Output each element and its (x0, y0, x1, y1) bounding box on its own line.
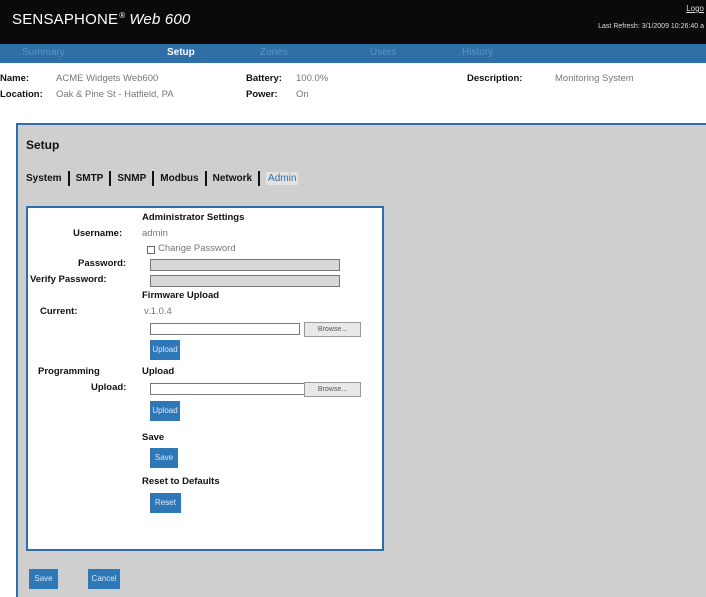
subtab-modbus[interactable]: Modbus (160, 173, 198, 184)
brand-logo: SENSAPHONE® Web 600 (12, 11, 190, 28)
brand-name: SENSAPHONE (12, 11, 119, 28)
last-refresh-text: Last Refresh: 3/1/2009 10:26:40 a (598, 23, 704, 30)
location-label: Location: (0, 89, 43, 100)
subnav-divider (152, 170, 155, 186)
power-value: On (296, 89, 309, 100)
verify-password-input[interactable] (150, 275, 340, 287)
firmware-browse-button[interactable]: Browse... (304, 322, 361, 337)
name-label: Name: (0, 73, 30, 84)
brand-model: Web 600 (129, 11, 191, 28)
password-label: Password: (78, 258, 127, 269)
admin-save-button[interactable]: Save (150, 448, 178, 468)
subnav-divider (204, 170, 207, 186)
device-info: Name: ACME Widgets Web600 Location: Oak … (0, 63, 706, 113)
subnav-divider (67, 170, 70, 186)
subtab-system[interactable]: System (26, 173, 62, 184)
change-password-label: Change Password (158, 243, 236, 254)
subnav-divider (258, 170, 261, 186)
subtab-snmp[interactable]: SNMP (117, 173, 146, 184)
nav-tab-summary[interactable]: Summary (22, 47, 65, 58)
main-nav: Summary Setup Zones Users History (0, 44, 706, 63)
device-name: ACME Widgets Web600 (56, 73, 159, 84)
reset-defaults-heading: Reset to Defaults (142, 476, 220, 487)
firmware-file-input[interactable] (150, 323, 300, 335)
nav-tab-history[interactable]: History (462, 47, 493, 58)
subnav-divider (109, 170, 112, 186)
battery-label: Battery: (246, 73, 282, 84)
description-label: Description: (467, 73, 523, 84)
power-label: Power: (246, 89, 278, 100)
programming-browse-button[interactable]: Browse... (304, 382, 361, 397)
programming-file-input[interactable] (150, 383, 305, 395)
firmware-upload-heading: Firmware Upload (142, 290, 220, 301)
firmware-upload-button[interactable]: Upload (150, 340, 180, 360)
password-input[interactable] (150, 259, 340, 271)
subtab-smtp[interactable]: SMTP (76, 173, 104, 184)
description-value: Monitoring System (555, 73, 634, 84)
logout-link[interactable]: Logo (686, 4, 704, 13)
subtab-network[interactable]: Network (213, 173, 252, 184)
programming-upload-label: Upload: (91, 382, 127, 393)
subtab-admin[interactable]: Admin (266, 171, 299, 185)
footer-save-button[interactable]: Save (29, 569, 58, 589)
app-header: SENSAPHONE® Web 600 Logo Last Refresh: 3/… (0, 0, 706, 44)
username-value: admin (142, 228, 168, 239)
device-location: Oak & Pine St - Hatfield, PA (56, 89, 174, 100)
current-version: v.1.0.4 (144, 306, 172, 317)
brand-mark: ® (119, 11, 126, 20)
current-label: Current: (40, 306, 78, 317)
admin-panel: Administrator Settings Username: admin C… (26, 206, 384, 551)
username-label: Username: (73, 228, 123, 239)
nav-tab-users[interactable]: Users (370, 47, 396, 58)
programming-upload-heading: Upload (142, 366, 175, 377)
admin-settings-heading: Administrator Settings (142, 212, 245, 223)
setup-subnav: System SMTP SNMP Modbus Network Admin (26, 169, 299, 187)
setup-title: Setup (26, 138, 60, 152)
change-password-checkbox[interactable] (147, 246, 155, 254)
battery-value: 100.0% (296, 73, 329, 84)
nav-tab-setup[interactable]: Setup (167, 47, 195, 58)
nav-tab-zones[interactable]: Zones (260, 47, 288, 58)
verify-password-label: Verify Password: (30, 274, 107, 285)
reset-button[interactable]: Reset (150, 493, 181, 513)
setup-section: Setup System SMTP SNMP Modbus Network Ad… (16, 123, 706, 597)
footer-cancel-button[interactable]: Cancel (88, 569, 120, 589)
save-heading: Save (142, 432, 165, 443)
programming-label: Programming (38, 366, 100, 377)
programming-upload-button[interactable]: Upload (150, 401, 180, 421)
